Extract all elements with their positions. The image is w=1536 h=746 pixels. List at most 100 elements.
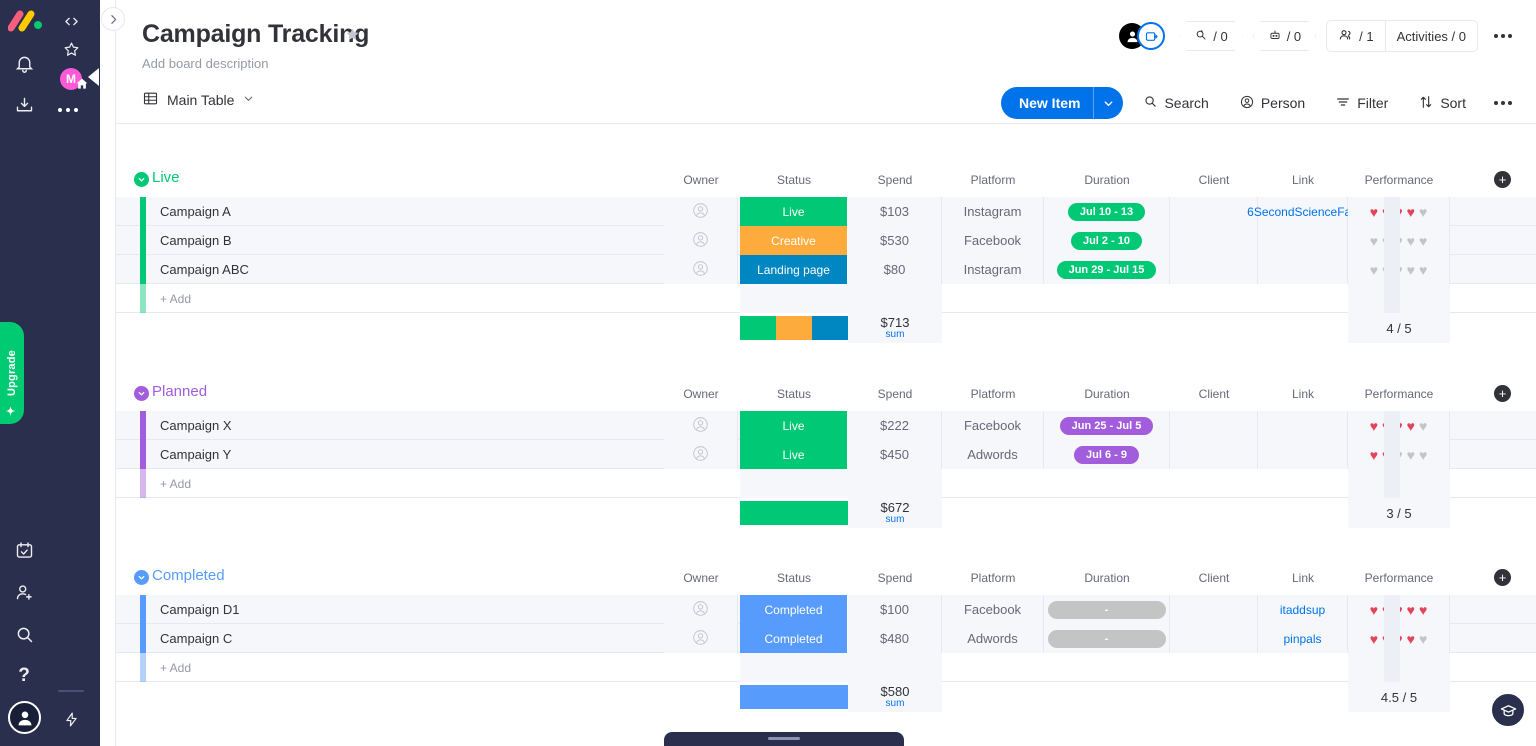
status-cell[interactable]: Completed [740,595,848,624]
column-header-link[interactable]: Link [1258,173,1348,187]
link-cell[interactable] [1258,255,1348,284]
automations-counter[interactable]: / 0 [1179,21,1242,51]
owner-cell[interactable] [664,411,738,440]
heart-icon[interactable]: ♥ [1370,205,1378,219]
status-cell[interactable]: Live [740,411,848,440]
column-header-performance[interactable]: Performance [1348,173,1450,187]
heart-icon[interactable]: ♥ [1370,263,1378,277]
platform-cell[interactable]: Adwords [942,440,1044,469]
duration-cell[interactable]: Jul 6 - 9 [1044,440,1170,469]
heart-icon[interactable]: ♥ [1407,448,1415,462]
column-header-performance[interactable]: Performance [1348,571,1450,585]
heart-icon[interactable]: ♥ [1370,419,1378,433]
upgrade-button[interactable]: Upgrade ✦ [0,322,24,424]
column-header-owner[interactable]: Owner [664,571,738,585]
duration-cell[interactable]: - [1044,624,1170,653]
board-owner-avatar[interactable] [1119,21,1169,51]
link-cell[interactable] [1258,411,1348,440]
column-header-owner[interactable]: Owner [664,387,738,401]
invite-member-icon[interactable] [7,575,41,609]
spend-cell[interactable]: $80 [848,255,942,284]
platform-cell[interactable]: Instagram [942,255,1044,284]
heart-icon[interactable]: ♥ [1370,448,1378,462]
integrations-counter[interactable]: / 0 [1253,21,1316,51]
column-header-spend[interactable]: Spend [848,173,942,187]
status-summary-cell[interactable] [740,498,848,528]
add-item-label[interactable]: + Add [160,477,191,491]
filter-button[interactable]: Filter [1325,87,1398,119]
client-cell[interactable] [1170,440,1258,469]
spend-cell[interactable]: $100 [848,595,942,624]
table-row[interactable]: Campaign YLive$450AdwordsJul 6 - 9♥♥♥♥♥ [116,440,1536,469]
column-header-spend[interactable]: Spend [848,571,942,585]
column-header-client[interactable]: Client [1170,387,1258,401]
column-header-client[interactable]: Client [1170,173,1258,187]
rail-more-options-icon[interactable] [58,108,78,112]
item-name[interactable]: Campaign C [160,631,232,646]
owner-cell[interactable] [664,624,738,653]
duration-cell[interactable]: Jun 29 - Jul 15 [1044,255,1170,284]
invite-user-icon[interactable] [1137,22,1166,50]
add-column-button[interactable]: + [1494,171,1511,188]
heart-icon[interactable]: ♥ [1407,603,1415,617]
drawer-grab-handle[interactable] [768,737,800,740]
spend-summary-cell[interactable]: $580 sum [848,682,942,712]
bottom-drawer[interactable] [664,732,904,746]
platform-cell[interactable]: Adwords [942,624,1044,653]
platform-cell[interactable]: Facebook [942,411,1044,440]
performance-summary-cell[interactable]: 3 / 5 [1348,498,1450,528]
status-summary-cell[interactable] [740,313,848,343]
favorite-star-icon[interactable] [344,26,361,48]
heart-icon[interactable]: ♥ [1370,632,1378,646]
new-item-chevron-down-icon[interactable] [1093,87,1123,119]
column-header-platform[interactable]: Platform [942,387,1044,401]
sort-button[interactable]: Sort [1408,87,1476,119]
monday-logo[interactable] [7,6,48,40]
notifications-bell-icon[interactable] [7,46,41,80]
group-collapse-icon[interactable] [134,386,149,401]
status-cell[interactable]: Landing page [740,255,848,284]
toolbar-more-options-icon[interactable] [1488,88,1518,118]
status-cell[interactable]: Creative [740,226,848,255]
link-text[interactable]: 6SecondScienceFair [1247,205,1358,219]
group-name[interactable]: Completed [152,567,225,584]
heart-icon[interactable]: ♥ [1419,603,1427,617]
heart-icon[interactable]: ♥ [1419,263,1427,277]
inbox-download-icon[interactable] [7,88,41,122]
column-header-status[interactable]: Status [740,387,848,401]
link-cell[interactable]: 6SecondScienceFair [1247,197,1358,226]
heart-icon[interactable]: ♥ [1407,632,1415,646]
column-header-platform[interactable]: Platform [942,571,1044,585]
heart-icon[interactable]: ♥ [1419,234,1427,248]
item-name[interactable]: Campaign D1 [160,602,240,617]
spend-cell[interactable]: $222 [848,411,942,440]
status-cell[interactable]: Live [740,440,848,469]
view-tab-main-table[interactable]: Main Table [142,90,255,110]
quick-actions-bolt-icon[interactable] [54,702,88,736]
link-cell[interactable] [1258,226,1348,255]
heart-icon[interactable]: ♥ [1407,205,1415,219]
client-cell[interactable] [1170,624,1258,653]
column-header-owner[interactable]: Owner [664,173,738,187]
table-row[interactable]: Campaign X Live $222 Facebook Jun 25 - Jul 5… [116,411,1536,440]
column-header-status[interactable]: Status [740,173,848,187]
status-summary-cell[interactable] [740,682,848,712]
client-cell[interactable] [1170,595,1258,624]
duration-cell[interactable]: - [1044,595,1170,624]
duration-cell[interactable]: Jul 2 - 10 [1044,226,1170,255]
status-cell[interactable]: Live [740,197,848,226]
add-item-label[interactable]: + Add [160,661,191,675]
column-header-platform[interactable]: Platform [942,173,1044,187]
column-header-client[interactable]: Client [1170,571,1258,585]
table-row[interactable]: Campaign ABC Landing page $80 Instagram Jun … [116,255,1536,284]
heart-icon[interactable]: ♥ [1370,234,1378,248]
client-cell[interactable] [1170,226,1258,255]
add-item-row[interactable]: + Add [116,653,1536,682]
item-name[interactable]: Campaign X [160,418,232,433]
new-item-button[interactable]: New Item [1001,87,1124,119]
group-name[interactable]: Planned [152,383,207,400]
link-cell[interactable]: itaddsup [1258,595,1348,624]
column-header-performance[interactable]: Performance [1348,387,1450,401]
add-column-button[interactable]: + [1494,569,1511,586]
column-header-status[interactable]: Status [740,571,848,585]
